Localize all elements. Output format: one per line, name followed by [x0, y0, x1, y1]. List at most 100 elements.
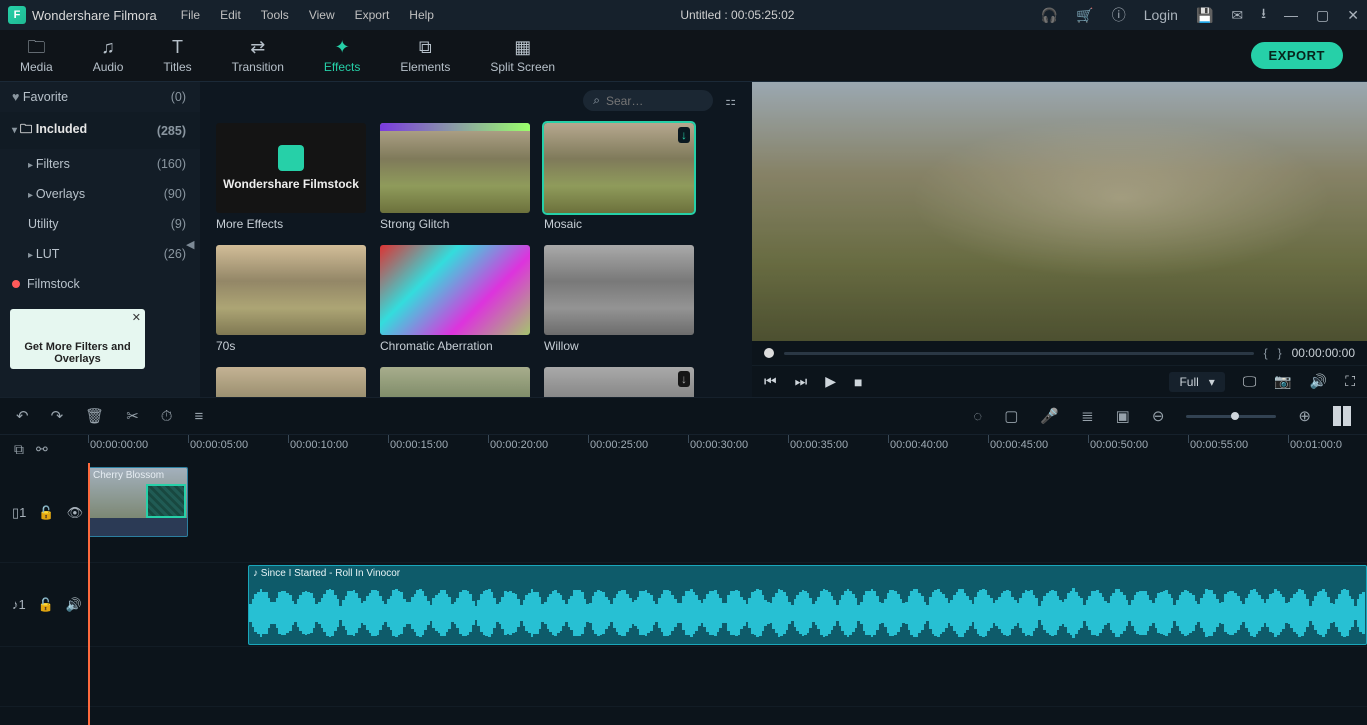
- window-maximize-icon[interactable]: ▢: [1316, 7, 1329, 24]
- preview-size-select[interactable]: Full▾: [1169, 372, 1224, 392]
- tab-media[interactable]: 🗀Media: [14, 34, 59, 78]
- search-icon: ⌕: [593, 93, 600, 108]
- search-input[interactable]: ⌕: [583, 90, 713, 111]
- track-height-toggle[interactable]: [1333, 406, 1351, 426]
- redo-icon[interactable]: ↷: [51, 407, 64, 425]
- fullscreen-icon[interactable]: ⛶: [1345, 373, 1355, 390]
- menu-view[interactable]: View: [309, 8, 335, 22]
- effect-willow[interactable]: Willow: [544, 245, 694, 353]
- main-menu: File Edit Tools View Export Help: [181, 8, 434, 22]
- green-screen-icon[interactable]: ▢: [1004, 407, 1018, 425]
- video-clip[interactable]: Cherry Blossom: [88, 467, 188, 537]
- mark-out-icon[interactable]: }: [1278, 346, 1282, 360]
- play-icon[interactable]: ▶: [825, 373, 836, 390]
- menu-export[interactable]: Export: [355, 8, 390, 22]
- menu-help[interactable]: Help: [409, 8, 434, 22]
- empty-track[interactable]: [0, 647, 1367, 707]
- headphones-icon[interactable]: 🎧: [1041, 7, 1058, 24]
- sidebar-lut[interactable]: LUT(26): [0, 239, 200, 269]
- effect-item[interactable]: [216, 367, 366, 397]
- effect-strong-glitch[interactable]: Strong Glitch: [380, 123, 530, 231]
- project-title: Untitled : 00:05:25:02: [440, 8, 1035, 22]
- step-back-icon[interactable]: ⏮: [764, 373, 777, 390]
- tab-split-screen[interactable]: ▦Split Screen: [484, 34, 561, 78]
- effect-70s[interactable]: 70s: [216, 245, 366, 353]
- speaker-icon[interactable]: 🔊: [66, 597, 82, 613]
- effect-chromatic-aberration[interactable]: Chromatic Aberration: [380, 245, 530, 353]
- export-button[interactable]: EXPORT: [1251, 42, 1343, 69]
- lock-icon[interactable]: 🔓: [38, 597, 54, 613]
- step-forward-icon[interactable]: ⏭: [795, 373, 808, 390]
- sidebar-collapse-icon[interactable]: ◀: [186, 238, 194, 251]
- close-icon[interactable]: ✕: [132, 311, 141, 324]
- stop-icon[interactable]: ■: [854, 374, 862, 390]
- settings-icon[interactable]: ≡: [194, 408, 203, 425]
- menu-tools[interactable]: Tools: [261, 8, 289, 22]
- zoom-in-icon[interactable]: ⊕: [1298, 407, 1311, 425]
- zoom-out-icon[interactable]: ⊖: [1152, 407, 1165, 425]
- promo-banner[interactable]: ✕Get More Filters and Overlays: [10, 309, 145, 369]
- grid-view-icon[interactable]: ⚏: [725, 94, 736, 108]
- mail-icon[interactable]: ✉: [1231, 7, 1243, 24]
- app-logo-icon: F: [8, 6, 26, 24]
- sidebar-favorite[interactable]: Favorite(0): [0, 82, 200, 112]
- preview-controls: ⏮ ⏭ ▶ ■ Full▾ 🖵 📷 🔊 ⛶: [752, 365, 1367, 397]
- crop-icon[interactable]: ▣: [1116, 407, 1130, 425]
- seek-track[interactable]: [784, 352, 1254, 355]
- music-icon: ♫: [101, 38, 115, 56]
- eye-icon[interactable]: 👁: [67, 505, 84, 521]
- link-icon[interactable]: ⚯: [36, 441, 48, 458]
- login-button[interactable]: Login: [1144, 7, 1178, 23]
- audio-clip[interactable]: ♪ Since I Started - Roll In Vinocor: [248, 565, 1367, 645]
- folder-icon: 🗀: [27, 38, 45, 56]
- save-icon[interactable]: 💾: [1196, 7, 1213, 24]
- info-icon[interactable]: ⓘ: [1112, 5, 1126, 25]
- menu-file[interactable]: File: [181, 8, 200, 22]
- sidebar-filters[interactable]: Filters(160): [0, 149, 200, 179]
- undo-icon[interactable]: ↶: [16, 407, 29, 425]
- window-minimize-icon[interactable]: —: [1284, 7, 1298, 23]
- delete-icon[interactable]: 🗑: [85, 407, 104, 425]
- snapshot-icon[interactable]: 📷: [1274, 373, 1291, 390]
- pip-icon[interactable]: ⧉: [14, 441, 24, 458]
- tab-transition[interactable]: ⇄Transition: [226, 34, 290, 78]
- sidebar-included[interactable]: 🗀 Included(285): [0, 112, 200, 149]
- seek-handle[interactable]: [764, 348, 774, 358]
- video-track[interactable]: ▯1 🔓 👁 Cherry Blossom: [0, 463, 1367, 563]
- lock-icon[interactable]: 🔓: [38, 505, 54, 521]
- effect-more-effects[interactable]: Wondershare Filmstock More Effects: [216, 123, 366, 231]
- effect-item[interactable]: [544, 367, 694, 397]
- audio-track[interactable]: ♪1 🔓 🔊 ♪ Since I Started - Roll In Vinoc…: [0, 563, 1367, 647]
- effect-mosaic[interactable]: Mosaic: [544, 123, 694, 231]
- voiceover-icon[interactable]: 🎤: [1040, 407, 1059, 425]
- sidebar-filmstock[interactable]: Filmstock: [0, 269, 200, 299]
- color-icon[interactable]: ◌: [973, 408, 982, 425]
- search-field[interactable]: [606, 94, 696, 108]
- preview-viewport[interactable]: [752, 82, 1367, 341]
- cut-icon[interactable]: ✂: [126, 407, 139, 425]
- track-label: ♪1: [12, 597, 26, 612]
- timeline-tracks: ▯1 🔓 👁 Cherry Blossom ♪1 🔓 🔊 ♪ Since I S…: [0, 463, 1367, 725]
- tab-titles[interactable]: TTitles: [157, 34, 197, 78]
- split-icon: ▦: [514, 38, 531, 56]
- tab-effects[interactable]: ✦Effects: [318, 34, 366, 78]
- playhead-line[interactable]: [88, 463, 90, 725]
- sidebar-utility[interactable]: Utility(9): [0, 209, 200, 239]
- applied-effect-badge[interactable]: [148, 486, 184, 516]
- download-icon[interactable]: ⭳: [1261, 3, 1266, 27]
- sidebar-overlays[interactable]: Overlays(90): [0, 179, 200, 209]
- effects-sidebar: Favorite(0) 🗀 Included(285) Filters(160)…: [0, 82, 200, 397]
- tab-audio[interactable]: ♫Audio: [87, 34, 130, 78]
- mixer-icon[interactable]: ≣: [1081, 407, 1094, 425]
- menu-edit[interactable]: Edit: [220, 8, 241, 22]
- effect-item[interactable]: [380, 367, 530, 397]
- tab-elements[interactable]: ⧉Elements: [394, 34, 456, 78]
- volume-icon[interactable]: 🔊: [1310, 373, 1327, 390]
- display-icon[interactable]: 🖵: [1243, 373, 1257, 390]
- zoom-slider[interactable]: [1186, 415, 1276, 418]
- cart-icon[interactable]: 🛒: [1076, 7, 1093, 24]
- speed-icon[interactable]: ⏱: [161, 408, 173, 425]
- mark-in-icon[interactable]: {: [1264, 346, 1268, 360]
- window-close-icon[interactable]: ✕: [1347, 7, 1359, 24]
- timeline-ruler[interactable]: ⧉ ⚯ 00:00:00:0000:00:05:0000:00:10:0000:…: [0, 435, 1367, 463]
